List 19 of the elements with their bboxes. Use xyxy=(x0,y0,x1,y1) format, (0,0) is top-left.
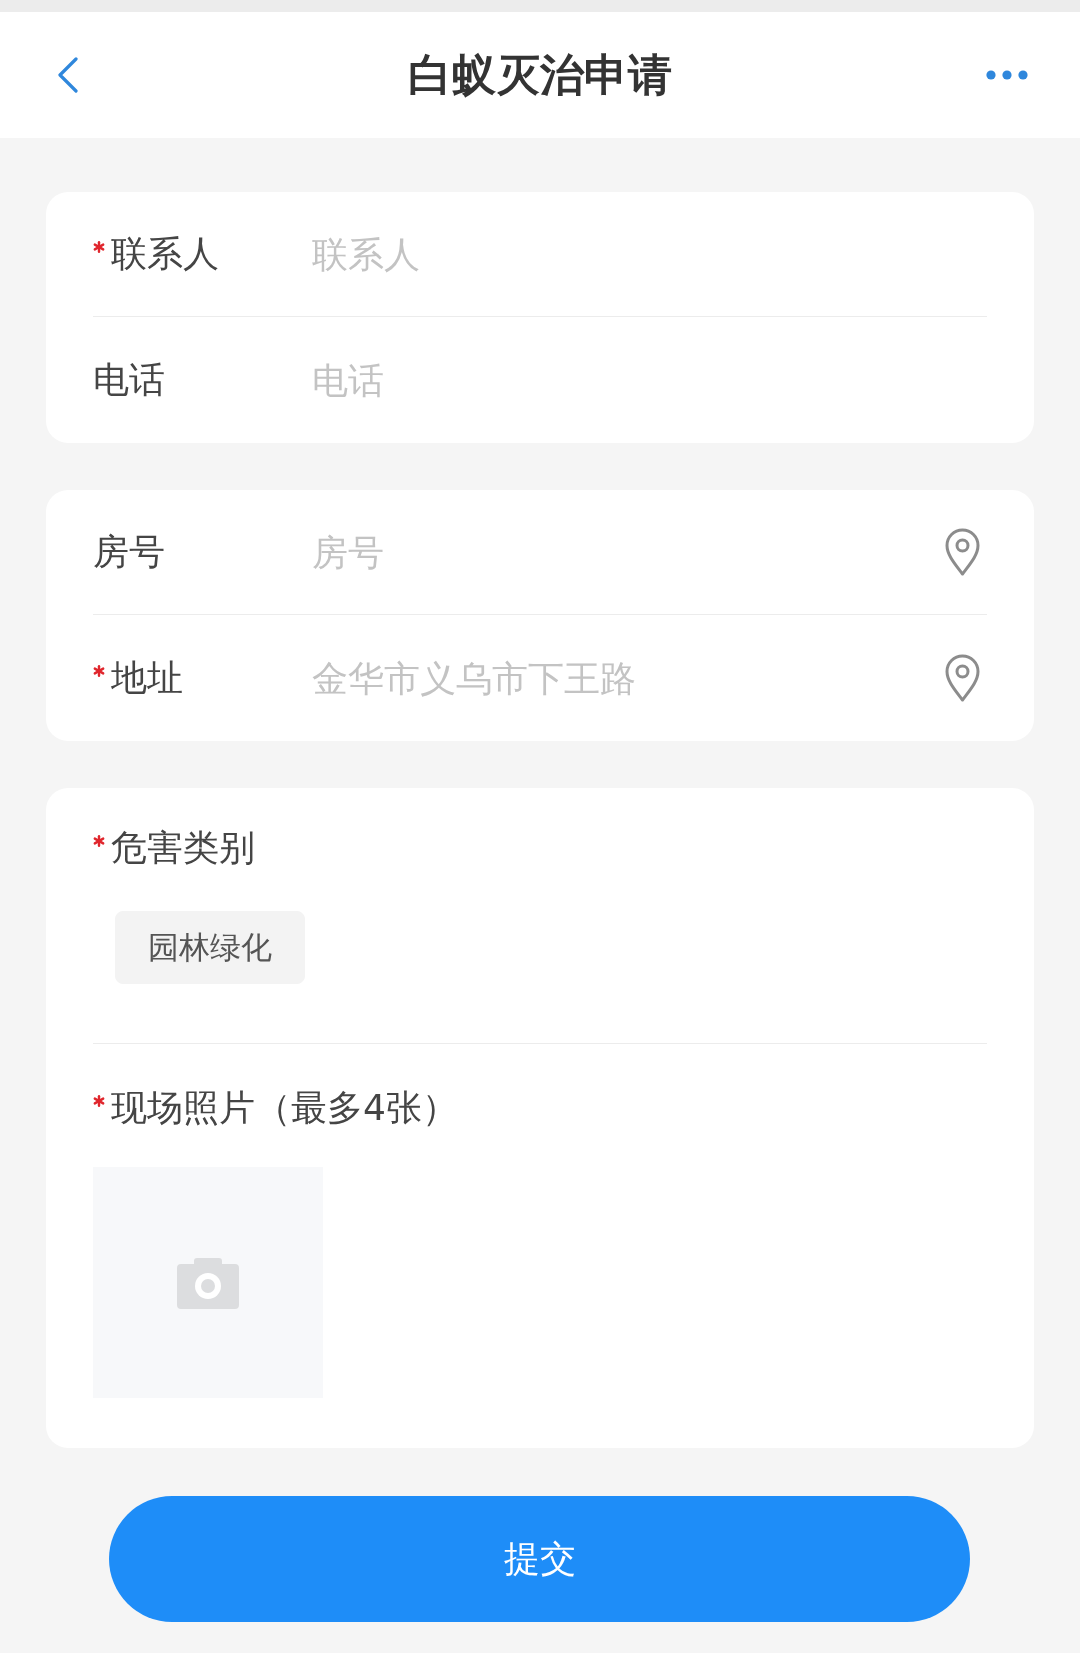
page-title: 白蚁灭治申请 xyxy=(408,48,672,102)
field-label: 现场照片（最多4张） xyxy=(111,1086,458,1130)
field-label: 房号 xyxy=(93,530,165,574)
photo-upload-tile[interactable] xyxy=(93,1167,323,1398)
category-option[interactable]: 园林绿化 xyxy=(115,911,305,984)
field-label: 联系人 xyxy=(111,232,219,276)
input-field[interactable]: 电话 xyxy=(312,354,987,406)
back-icon xyxy=(58,57,78,93)
input-field[interactable]: 金华市义乌市下王路 xyxy=(312,652,945,704)
location-pin-icon[interactable] xyxy=(945,528,980,576)
field-label: 地址 xyxy=(111,656,183,700)
input-field[interactable]: 联系人 xyxy=(312,228,987,280)
submit-button[interactable]: 提交 xyxy=(109,1496,970,1622)
more-icon xyxy=(986,70,1028,80)
field-label: 电话 xyxy=(93,358,165,402)
input-field[interactable]: 房号 xyxy=(312,526,945,578)
camera-icon xyxy=(177,1256,239,1309)
field-label: 危害类别 xyxy=(111,826,255,870)
location-pin-icon[interactable] xyxy=(945,654,980,702)
